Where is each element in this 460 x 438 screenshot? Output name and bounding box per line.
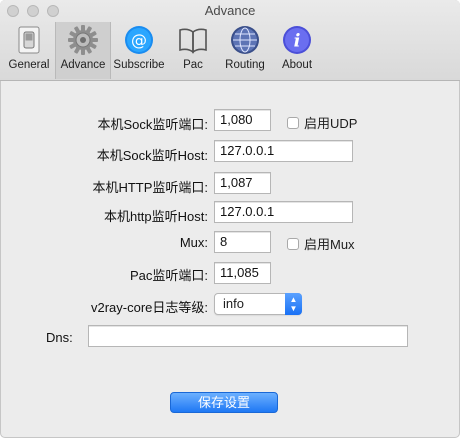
- http-port-input[interactable]: 1,087: [214, 172, 271, 194]
- http-host-input[interactable]: 127.0.0.1: [214, 201, 353, 223]
- switch-icon: [18, 26, 40, 54]
- sock-host-input[interactable]: 127.0.0.1: [214, 140, 353, 162]
- chevron-updown-icon[interactable]: ▲ ▼: [285, 293, 302, 315]
- svg-text:i: i: [294, 31, 301, 52]
- sock-port-input[interactable]: 1,080: [214, 109, 271, 131]
- log-level-label: v2ray-core日志等级:: [90, 300, 208, 315]
- tab-about[interactable]: i About: [271, 22, 323, 79]
- http-host-label: 本机http监听Host:: [103, 209, 208, 224]
- at-icon: @: [125, 26, 153, 54]
- titlebar: Advance General Advance @ Subscribe Pac …: [0, 0, 460, 81]
- udp-checkbox[interactable]: 启用UDP: [287, 113, 357, 132]
- sock-host-label: 本机Sock监听Host:: [96, 148, 208, 163]
- dns-label: Dns:: [46, 330, 73, 345]
- mux-label: Mux:: [179, 235, 208, 250]
- udp-checkbox-box[interactable]: [287, 116, 299, 129]
- tab-general[interactable]: General: [3, 22, 55, 79]
- mux-checkbox-box[interactable]: [287, 237, 299, 250]
- pac-port-label: Pac监听端口:: [129, 268, 208, 283]
- tab-advance[interactable]: Advance: [55, 22, 111, 79]
- tab-general-label: General: [8, 59, 50, 71]
- preferences-window: Advance General Advance @ Subscribe Pac …: [0, 0, 460, 438]
- tab-pac-label: Pac: [183, 59, 203, 71]
- udp-checkbox-label: 启用UDP: [304, 116, 358, 131]
- tab-routing[interactable]: Routing: [219, 22, 271, 79]
- tab-subscribe-label: Subscribe: [113, 59, 165, 71]
- preferences-toolbar: General Advance @ Subscribe Pac Routing …: [3, 22, 323, 80]
- sock-port-label: 本机Sock监听端口:: [97, 117, 208, 132]
- log-level-select[interactable]: info ▲ ▼: [214, 293, 302, 315]
- gear-icon: [68, 25, 98, 55]
- tab-pac[interactable]: Pac: [167, 22, 219, 79]
- tab-advance-label: Advance: [60, 59, 106, 71]
- mux-checkbox-label: 启用Mux: [304, 237, 355, 252]
- mux-input[interactable]: 8: [214, 231, 271, 253]
- tab-routing-label: Routing: [225, 59, 265, 71]
- globe-icon: [231, 26, 259, 54]
- svg-text:@: @: [131, 31, 147, 50]
- pac-port-input[interactable]: 11,085: [214, 262, 271, 284]
- mux-checkbox[interactable]: 启用Mux: [287, 234, 355, 253]
- save-settings-button[interactable]: 保存设置: [170, 392, 278, 413]
- info-icon: i: [283, 26, 311, 54]
- book-icon: [179, 28, 207, 54]
- http-port-label: 本机HTTP监听端口:: [92, 180, 208, 195]
- tab-about-label: About: [281, 59, 313, 71]
- tab-subscribe[interactable]: @ Subscribe: [111, 22, 167, 79]
- dns-input[interactable]: [88, 325, 408, 347]
- log-level-value: info: [223, 296, 244, 311]
- window-title: Advance: [204, 3, 256, 18]
- advance-settings-panel: 本机Sock监听端口: 1,080 启用UDP 本机Sock监听Host: 12…: [0, 81, 460, 438]
